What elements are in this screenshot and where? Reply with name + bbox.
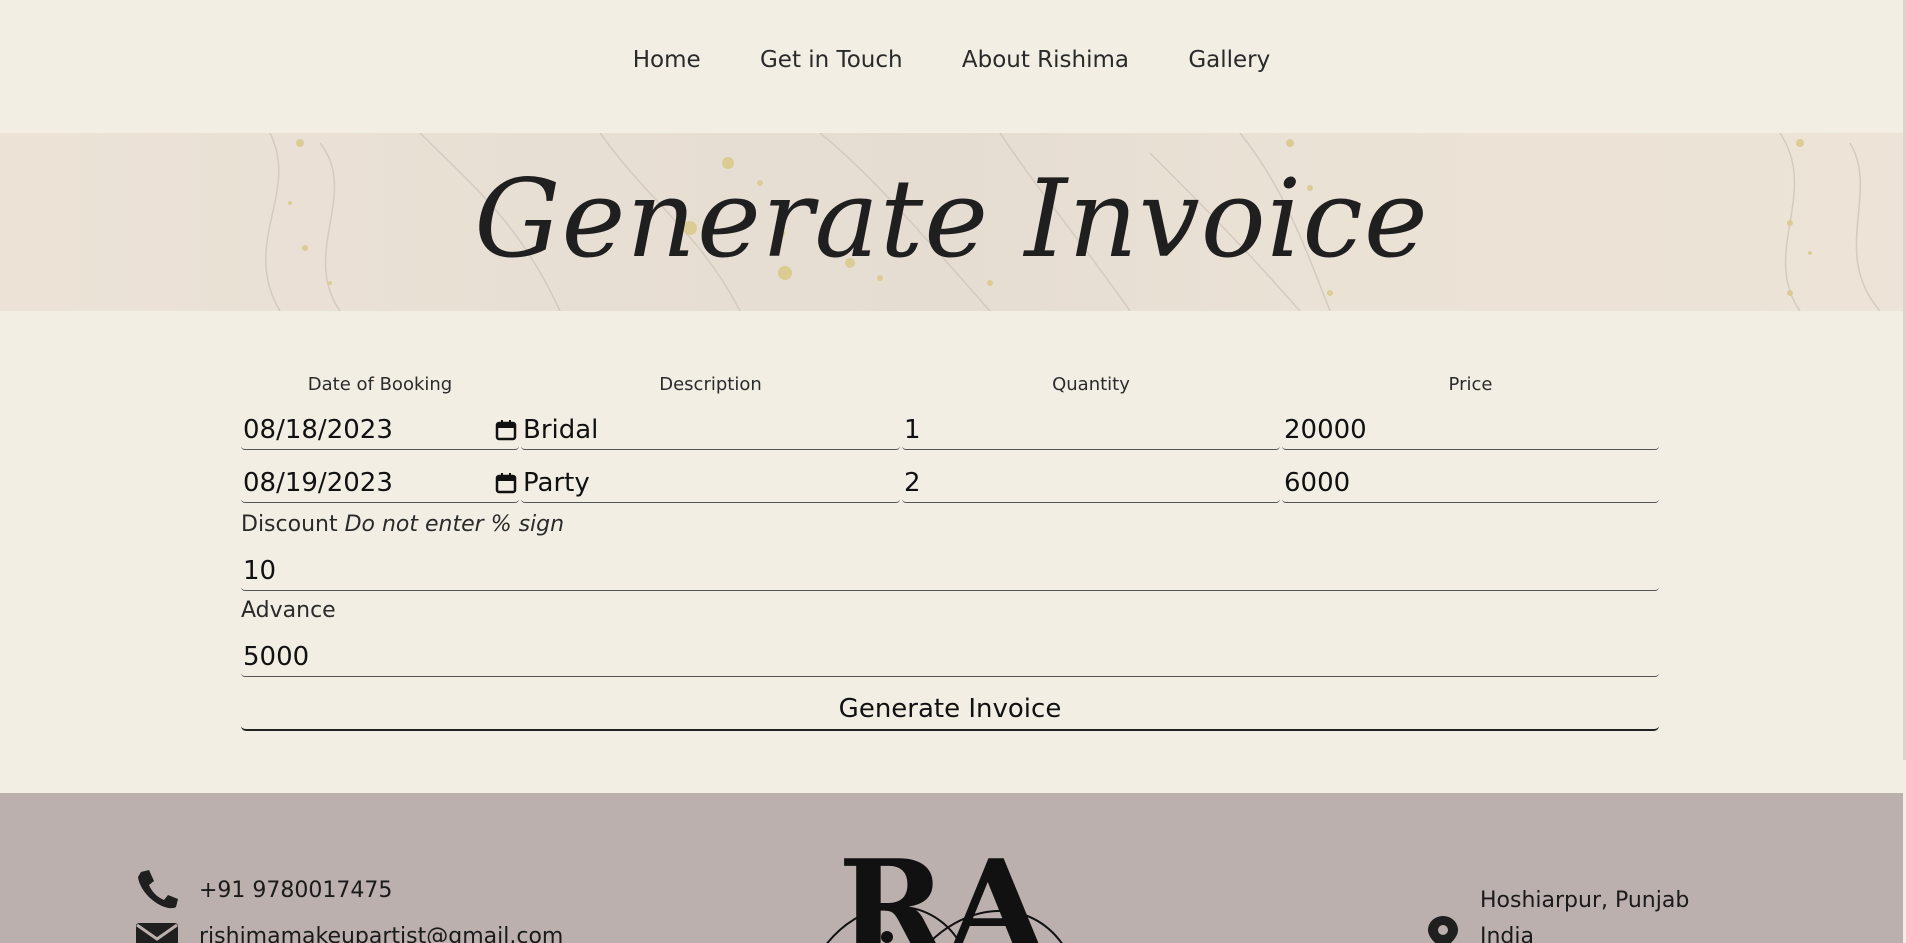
discount-label-text: Discount (241, 512, 338, 537)
nav-item-about-rishima[interactable]: About Rishima (962, 47, 1129, 73)
advance-field[interactable]: 5000 (241, 637, 1659, 677)
nav-item-home[interactable]: Home (633, 47, 701, 73)
calendar-icon[interactable] (495, 419, 517, 441)
description-field-row-1[interactable]: Bridal (521, 410, 900, 450)
nav-item-gallery[interactable]: Gallery (1188, 47, 1270, 73)
date-field-row-2[interactable]: 08/19/2023 (241, 463, 519, 503)
date-value: 08/18/2023 (243, 415, 393, 445)
discount-field[interactable]: 10 (241, 551, 1659, 591)
footer-email[interactable]: rishimamakeupartist@gmail.com (199, 924, 563, 943)
footer: +91 9780017475 rishimamakeupartist@gmail… (0, 793, 1903, 943)
price-field-row-2[interactable]: 6000 (1282, 463, 1659, 503)
quantity-field-row-2[interactable]: 2 (902, 463, 1280, 503)
footer-location-line-2: India (1480, 924, 1534, 943)
footer-phone-number[interactable]: +91 9780017475 (199, 878, 392, 903)
calendar-icon[interactable] (495, 472, 517, 494)
column-header-quantity: Quantity (1052, 374, 1130, 395)
price-field-row-1[interactable]: 20000 (1282, 410, 1659, 450)
discount-label: Discount Do not enter % sign (241, 512, 564, 537)
generate-invoice-button[interactable]: Generate Invoice (241, 689, 1659, 731)
nav-menu: Home Get in Touch About Rishima Gallery (0, 47, 1903, 73)
brand-logo: RA (826, 853, 1063, 943)
top-navigation: Home Get in Touch About Rishima Gallery (0, 0, 1903, 133)
column-header-date: Date of Booking (307, 374, 453, 395)
quantity-field-row-1[interactable]: 1 (902, 410, 1280, 450)
map-pin-icon (1428, 916, 1458, 943)
phone-icon (138, 870, 178, 909)
advance-label: Advance (241, 598, 336, 623)
page-title: Generate Invoice (474, 157, 1429, 282)
envelope-icon (136, 923, 178, 943)
footer-location-line-1: Hoshiarpur, Punjab (1480, 888, 1690, 913)
hero-banner: Generate Invoice (0, 133, 1903, 311)
column-header-price: Price (1448, 374, 1493, 395)
date-value: 08/19/2023 (243, 468, 393, 498)
date-field-row-1[interactable]: 08/18/2023 (241, 410, 519, 450)
discount-hint: Do not enter % sign (344, 512, 565, 537)
column-header-description: Description (659, 374, 762, 395)
nav-item-get-in-touch[interactable]: Get in Touch (760, 47, 903, 73)
description-field-row-2[interactable]: Party (521, 463, 900, 503)
